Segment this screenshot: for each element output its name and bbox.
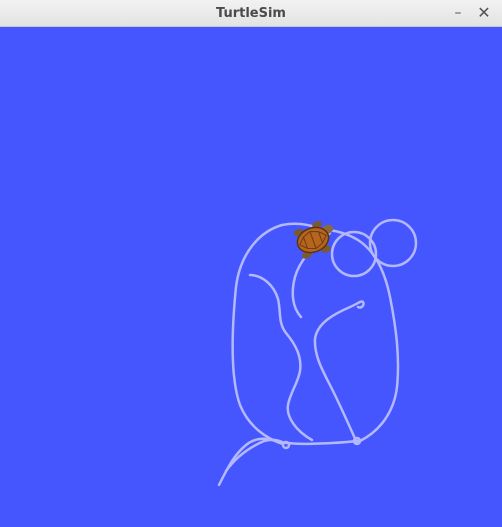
window-title: TurtleSim bbox=[216, 6, 286, 21]
minimize-button[interactable]: – bbox=[449, 4, 467, 22]
canvas-background bbox=[0, 27, 502, 527]
turtle-canvas bbox=[0, 27, 502, 527]
canvas-svg bbox=[0, 27, 502, 527]
turtlesim-window: TurtleSim – ✕ bbox=[0, 0, 502, 527]
title-bar[interactable]: TurtleSim – ✕ bbox=[0, 0, 502, 27]
close-button[interactable]: ✕ bbox=[475, 4, 493, 22]
